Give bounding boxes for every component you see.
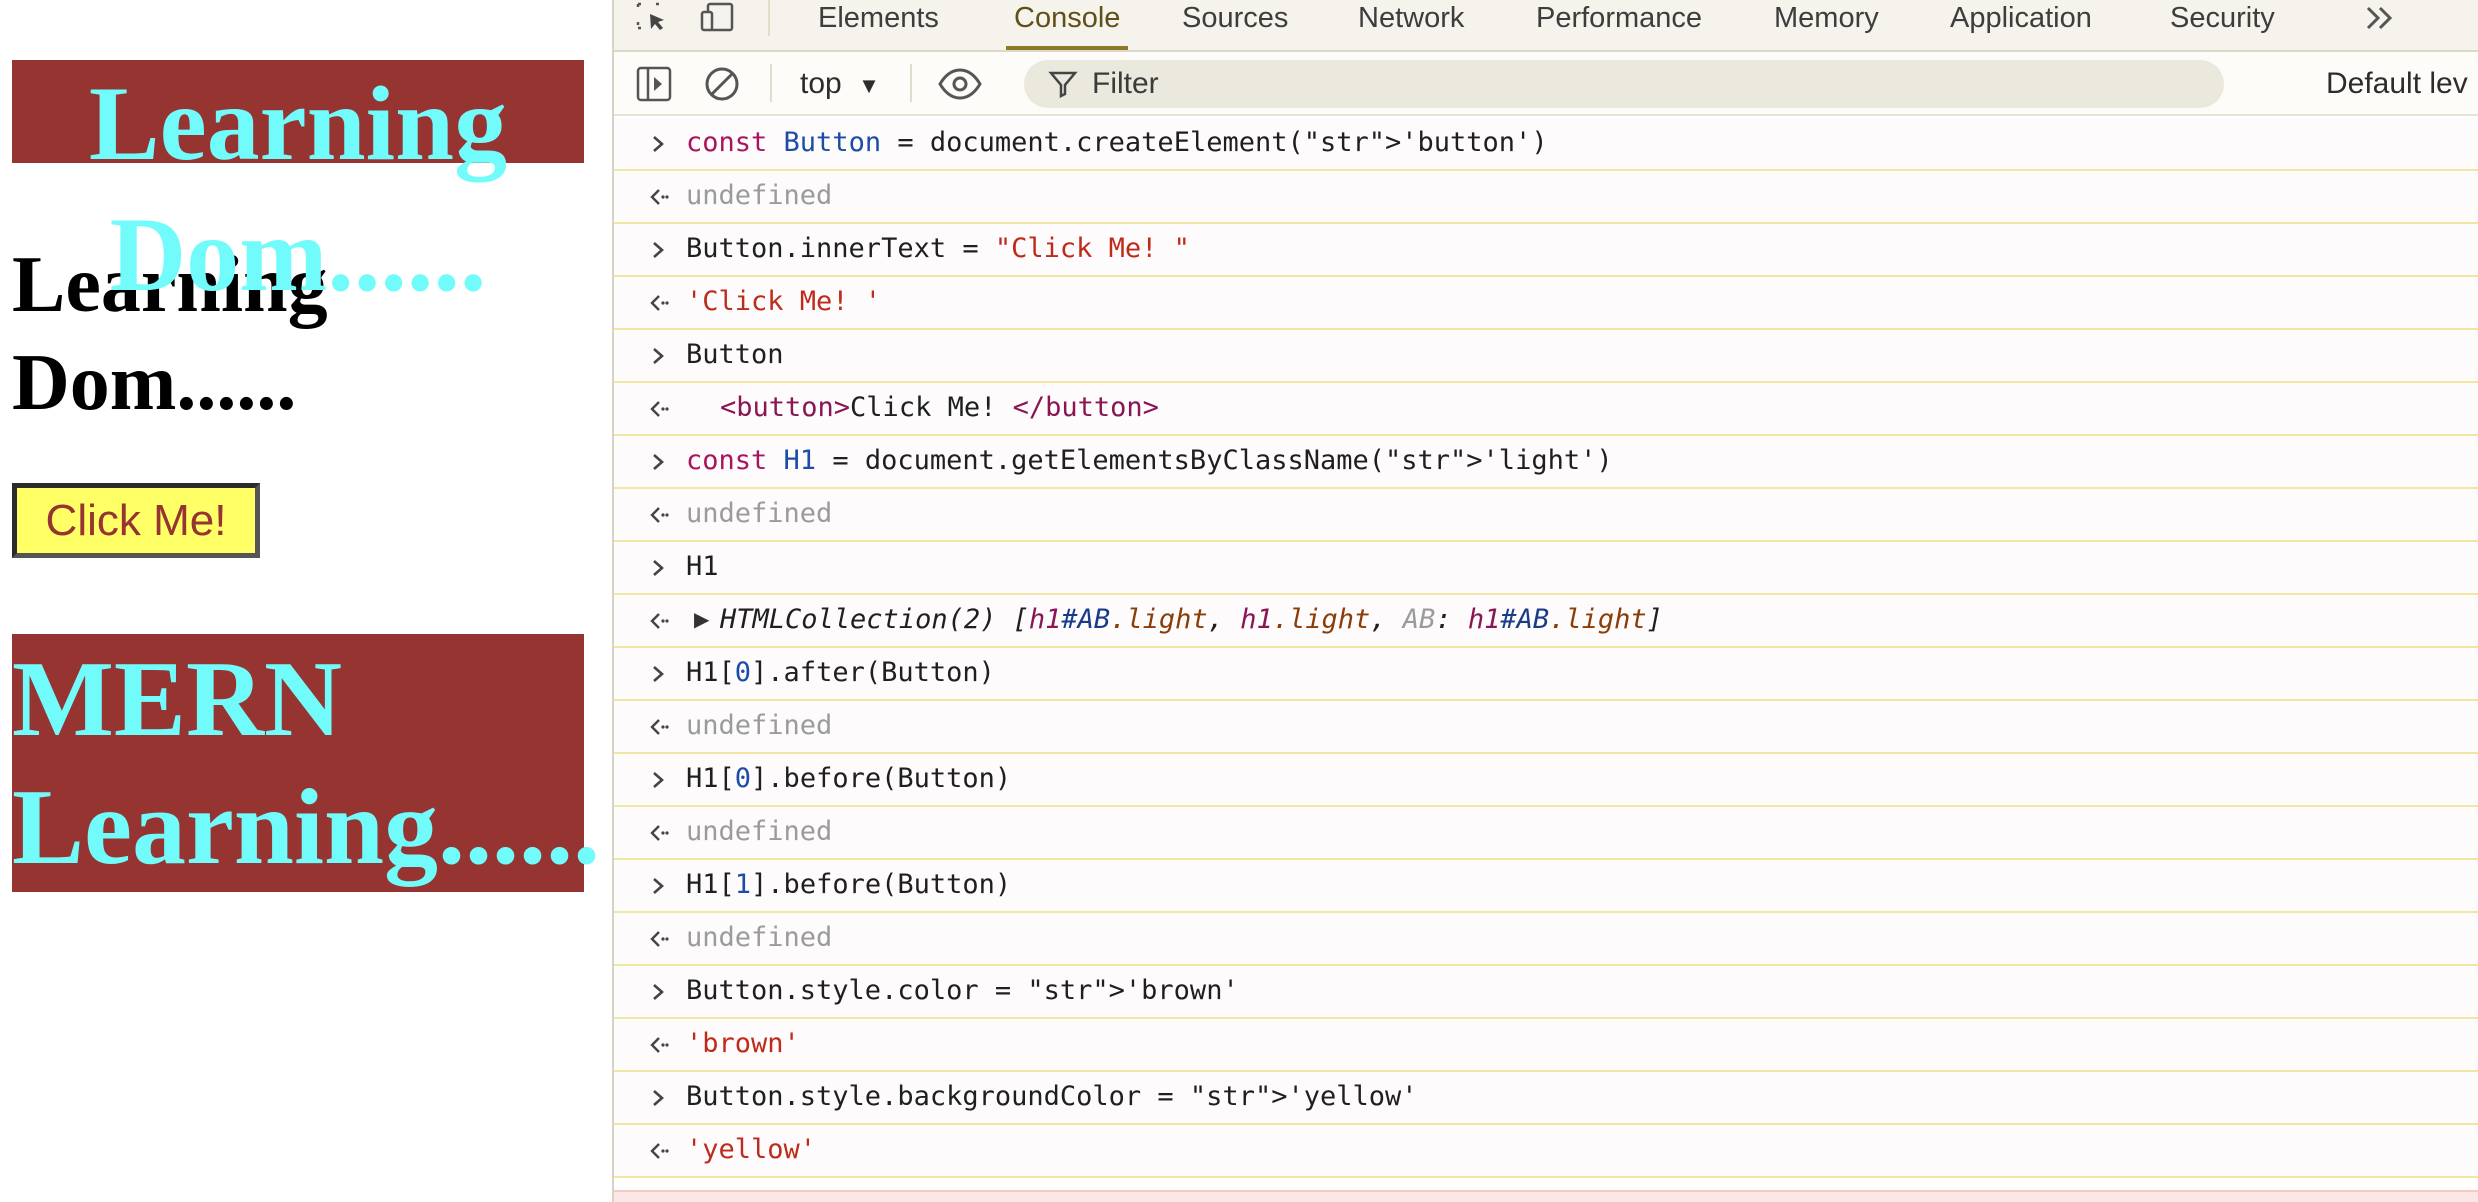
tab-sources[interactable]: Sources <box>1182 0 1288 50</box>
console-input-text: Button.style.color = "str">'brown' <box>686 975 1239 1006</box>
console-output-text: 'Click Me! ' <box>686 286 882 317</box>
console-input-row: Button <box>614 330 2478 383</box>
device-toolbar-icon[interactable] <box>698 0 738 40</box>
console-output-row: 'brown' <box>614 1019 2478 1072</box>
console-input-text: H1[0].after(Button) <box>686 657 995 688</box>
console-input-row: H1[0].after(Button) <box>614 648 2478 701</box>
filter-placeholder: Filter <box>1092 67 1159 100</box>
dropdown-arrow-icon: ▼ <box>858 73 880 98</box>
input-prompt-icon <box>648 343 670 369</box>
console-input-text: Button <box>686 339 784 370</box>
output-return-icon <box>648 926 670 952</box>
output-return-icon <box>648 502 670 528</box>
console-input-row: const H1 = document.getElementsByClassNa… <box>614 436 2478 489</box>
input-prompt-icon <box>648 979 670 1005</box>
console-input-row: Button.style.backgroundColor = "str">'ye… <box>614 1072 2478 1125</box>
console-output-row: undefined <box>614 807 2478 860</box>
output-return-icon <box>648 290 670 316</box>
console-log: const Button = document.createElement("s… <box>614 118 2478 1178</box>
console-output-row: 'Click Me! ' <box>614 277 2478 330</box>
live-expression-eye-icon[interactable] <box>936 64 984 104</box>
output-return-icon <box>648 396 670 422</box>
tab-application[interactable]: Application <box>1950 0 2092 50</box>
console-input-row: H1 <box>614 542 2478 595</box>
tab-console[interactable]: Console <box>1006 0 1129 50</box>
console-output-text: undefined <box>686 710 833 741</box>
console-output-row: undefined <box>614 913 2478 966</box>
console-input-row: Button.style.color = "str">'brown' <box>614 966 2478 1019</box>
console-input-text: const H1 = document.getElementsByClassNa… <box>686 445 1613 476</box>
console-output-text: <button>Click Me! </button> <box>720 392 1159 423</box>
console-input-row: H1[0].before(Button) <box>614 754 2478 807</box>
console-output-row: undefined <box>614 171 2478 224</box>
console-output-text: undefined <box>686 498 833 529</box>
click-me-button[interactable]: Click Me! <box>12 483 260 558</box>
console-output-row: ▶ HTMLCollection(2) [h1#AB.light, h1.ligh… <box>614 595 2478 648</box>
console-error-message <box>614 1190 2478 1202</box>
log-levels-dropdown[interactable]: Default lev <box>2326 64 2468 104</box>
input-prompt-icon <box>648 449 670 475</box>
console-output-text: 'brown' <box>686 1028 800 1059</box>
heading-learning-dom-ab: Learning Dom...... <box>88 65 508 313</box>
console-toolbar: top ▼ Filter Default lev <box>614 52 2478 116</box>
context-select[interactable]: top ▼ <box>800 64 880 104</box>
filter-input[interactable]: Filter <box>1024 60 2224 108</box>
separator <box>768 0 770 36</box>
console-input-row: Button.innerText = "Click Me! " <box>614 224 2478 277</box>
tab-network[interactable]: Network <box>1358 0 1464 50</box>
console-input-text: H1 <box>686 551 719 582</box>
console-input-text: H1[0].before(Button) <box>686 763 1012 794</box>
tab-security[interactable]: Security <box>2170 0 2275 50</box>
console-output-text: undefined <box>686 816 833 847</box>
input-prompt-icon <box>648 555 670 581</box>
context-value: top <box>800 67 842 100</box>
tab-elements[interactable]: Elements <box>818 0 939 50</box>
output-return-icon <box>648 608 670 634</box>
console-output-text[interactable]: HTMLCollection(2) [h1#AB.light, h1.light… <box>720 595 1663 645</box>
input-prompt-icon <box>648 237 670 263</box>
heading-mern-learning: MERN Learning...... <box>12 636 652 892</box>
output-return-icon <box>648 1138 670 1164</box>
console-input-text: Button.innerText = "Click Me! " <box>686 233 1190 264</box>
tab-performance[interactable]: Performance <box>1536 0 1702 50</box>
filter-icon <box>1048 70 1078 103</box>
rendered-page: Learning Dom...... Learning Dom...... Cl… <box>0 0 612 1202</box>
devtools-tab-bar: Elements Console Sources Network Perform… <box>614 0 2478 52</box>
output-return-icon <box>648 184 670 210</box>
console-input-text: Button.style.backgroundColor = "str">'ye… <box>686 1081 1418 1112</box>
console-input-text: H1[1].before(Button) <box>686 869 1012 900</box>
separator <box>910 64 912 102</box>
more-tabs-icon[interactable] <box>2360 0 2400 40</box>
expand-triangle-icon[interactable]: ▶ <box>694 607 709 632</box>
devtools-panel: Elements Console Sources Network Perform… <box>612 0 2478 1202</box>
console-output-row: undefined <box>614 701 2478 754</box>
inspect-element-icon[interactable] <box>634 0 674 40</box>
console-output-row: <button>Click Me! </button> <box>614 383 2478 436</box>
tab-memory[interactable]: Memory <box>1774 0 1879 50</box>
console-output-row: undefined <box>614 489 2478 542</box>
output-return-icon <box>648 1032 670 1058</box>
console-input-text: const Button = document.createElement("s… <box>686 127 1548 158</box>
console-output-text: 'yellow' <box>686 1134 817 1165</box>
separator <box>770 64 772 102</box>
mern-learning-text: MERN Learning...... <box>12 640 601 887</box>
console-output-text: undefined <box>686 180 833 211</box>
console-output-text: undefined <box>686 922 833 953</box>
clear-console-icon[interactable] <box>702 64 742 104</box>
console-input-row: H1[1].before(Button) <box>614 860 2478 913</box>
console-input-row: const Button = document.createElement("s… <box>614 118 2478 171</box>
input-prompt-icon <box>648 131 670 157</box>
console-output-row: 'yellow' <box>614 1125 2478 1178</box>
sidebar-toggle-icon[interactable] <box>634 64 674 104</box>
input-prompt-icon <box>648 1085 670 1111</box>
